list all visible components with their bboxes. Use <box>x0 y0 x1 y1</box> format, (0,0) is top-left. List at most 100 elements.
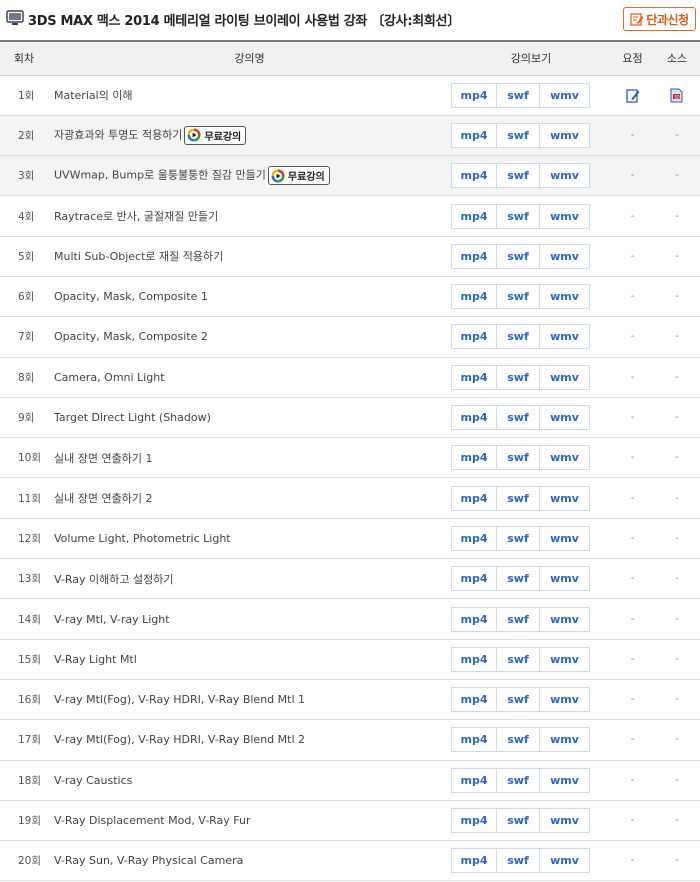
lecture-title: Opacity, Mask, Composite 2 <box>54 330 208 344</box>
mp4-button[interactable]: mp4 <box>451 284 497 310</box>
lecture-view-cell: mp4 swf wmv <box>451 679 611 721</box>
mp4-button[interactable]: mp4 <box>451 767 497 793</box>
wmv-button[interactable]: wmv <box>540 646 590 672</box>
lecture-title: V-ray Mtl(Fog), V-Ray HDRI, V-Ray Blend … <box>54 693 305 707</box>
mp4-button[interactable]: mp4 <box>451 324 497 350</box>
wmv-button[interactable]: wmv <box>540 445 590 471</box>
lecture-title: UVWmap, Bump로 울퉁불퉁한 질감 만들기 <box>54 168 266 182</box>
table-row: 11회 실내 장면 연출하기 2 mp4 swf wmv - - <box>0 477 700 519</box>
summary-cell[interactable] <box>611 75 654 116</box>
mp4-button[interactable]: mp4 <box>451 203 497 229</box>
lecture-number: 6회 <box>0 276 48 318</box>
source-empty: - <box>654 679 700 721</box>
mp4-button[interactable]: mp4 <box>451 525 497 551</box>
format-button-group: mp4 swf wmv <box>451 243 590 269</box>
swf-button[interactable]: swf <box>497 606 540 632</box>
wmv-button[interactable]: wmv <box>540 324 590 350</box>
swf-button[interactable]: swf <box>497 163 540 189</box>
swf-button[interactable]: swf <box>497 364 540 390</box>
lecture-name-cell: 실내 장면 연출하기 2 <box>48 477 451 519</box>
wmv-button[interactable]: wmv <box>540 163 590 189</box>
source-empty: - <box>654 639 700 680</box>
swf-button[interactable]: swf <box>497 848 540 874</box>
mp4-button[interactable]: mp4 <box>451 243 497 269</box>
lecture-name-cell: Target Direct Light (Shadow) <box>48 397 451 439</box>
summary-empty: - <box>611 195 654 237</box>
wmv-button[interactable]: wmv <box>540 405 590 431</box>
wmv-button[interactable]: wmv <box>540 122 590 148</box>
source-empty: - <box>654 719 700 761</box>
mp4-button[interactable]: mp4 <box>451 405 497 431</box>
format-button-group: mp4 swf wmv <box>451 848 590 874</box>
swf-button[interactable]: swf <box>497 646 540 672</box>
wmv-button[interactable]: wmv <box>540 82 590 108</box>
swf-button[interactable]: swf <box>497 82 540 108</box>
wmv-button[interactable]: wmv <box>540 364 590 390</box>
mp4-button[interactable]: mp4 <box>451 82 497 108</box>
lecture-number: 5회 <box>0 236 48 277</box>
lecture-name-cell: Volume Light, Photometric Light <box>48 518 451 560</box>
swf-button[interactable]: swf <box>497 525 540 551</box>
mp4-button[interactable]: mp4 <box>451 445 497 471</box>
wmv-button[interactable]: wmv <box>540 767 590 793</box>
mp4-button[interactable]: mp4 <box>451 606 497 632</box>
mp4-button[interactable]: mp4 <box>451 687 497 713</box>
lecture-name-cell: UVWmap, Bump로 울퉁불퉁한 질감 만들기 무료강의 <box>48 155 451 197</box>
wmv-button[interactable]: wmv <box>540 284 590 310</box>
swf-button[interactable]: swf <box>497 687 540 713</box>
table-row: 1회 Material의 이해 mp4 swf wmv 3D <box>0 75 700 116</box>
mp4-button[interactable]: mp4 <box>451 364 497 390</box>
wmv-button[interactable]: wmv <box>540 525 590 551</box>
swf-button[interactable]: swf <box>497 767 540 793</box>
swf-button[interactable]: swf <box>497 727 540 753</box>
table-row: 16회 V-ray Mtl(Fog), V-Ray HDRI, V-Ray Ble… <box>0 679 700 721</box>
format-button-group: mp4 swf wmv <box>451 405 590 431</box>
format-button-group: mp4 swf wmv <box>451 163 590 189</box>
swf-button[interactable]: swf <box>497 203 540 229</box>
swf-button[interactable]: swf <box>497 807 540 833</box>
apply-course-button[interactable]: 단과신청 <box>623 7 696 31</box>
mp4-button[interactable]: mp4 <box>451 646 497 672</box>
mp4-button[interactable]: mp4 <box>451 807 497 833</box>
summary-empty: - <box>611 518 654 560</box>
summary-empty: - <box>611 477 654 519</box>
swf-button[interactable]: swf <box>497 122 540 148</box>
wmv-button[interactable]: wmv <box>540 687 590 713</box>
free-lecture-button[interactable]: 무료강의 <box>184 125 247 145</box>
source-empty: - <box>654 357 700 398</box>
lecture-name-cell: Material의 이해 <box>48 75 451 116</box>
mp4-button[interactable]: mp4 <box>451 163 497 189</box>
wmv-button[interactable]: wmv <box>540 727 590 753</box>
summary-note-icon <box>625 88 639 103</box>
swf-button[interactable]: swf <box>497 284 540 310</box>
source-cell[interactable]: 3D <box>654 75 700 116</box>
wmv-button[interactable]: wmv <box>540 485 590 511</box>
play-icon <box>271 169 285 183</box>
swf-button[interactable]: swf <box>497 445 540 471</box>
swf-button[interactable]: swf <box>497 324 540 350</box>
mp4-button[interactable]: mp4 <box>451 566 497 592</box>
lecture-number: 7회 <box>0 316 48 358</box>
wmv-button[interactable]: wmv <box>540 243 590 269</box>
wmv-button[interactable]: wmv <box>540 606 590 632</box>
wmv-button[interactable]: wmv <box>540 848 590 874</box>
mp4-button[interactable]: mp4 <box>451 848 497 874</box>
swf-button[interactable]: swf <box>497 566 540 592</box>
format-button-group: mp4 swf wmv <box>451 727 590 753</box>
wmv-button[interactable]: wmv <box>540 807 590 833</box>
mp4-button[interactable]: mp4 <box>451 485 497 511</box>
swf-button[interactable]: swf <box>497 405 540 431</box>
swf-button[interactable]: swf <box>497 485 540 511</box>
summary-empty: - <box>611 800 654 842</box>
lecture-title: V-Ray 이해하고 설정하기 <box>54 572 174 586</box>
free-lecture-button[interactable]: 무료강의 <box>267 166 330 186</box>
lecture-title: Raytrace로 반사, 굴절재질 만들기 <box>54 210 219 224</box>
swf-button[interactable]: swf <box>497 243 540 269</box>
mp4-button[interactable]: mp4 <box>451 727 497 753</box>
wmv-button[interactable]: wmv <box>540 566 590 592</box>
summary-empty: - <box>611 760 654 801</box>
wmv-button[interactable]: wmv <box>540 203 590 229</box>
mp4-button[interactable]: mp4 <box>451 122 497 148</box>
table-row: 10회 실내 장면 연출하기 1 mp4 swf wmv - - <box>0 437 700 479</box>
free-lecture-label: 무료강의 <box>204 131 242 143</box>
